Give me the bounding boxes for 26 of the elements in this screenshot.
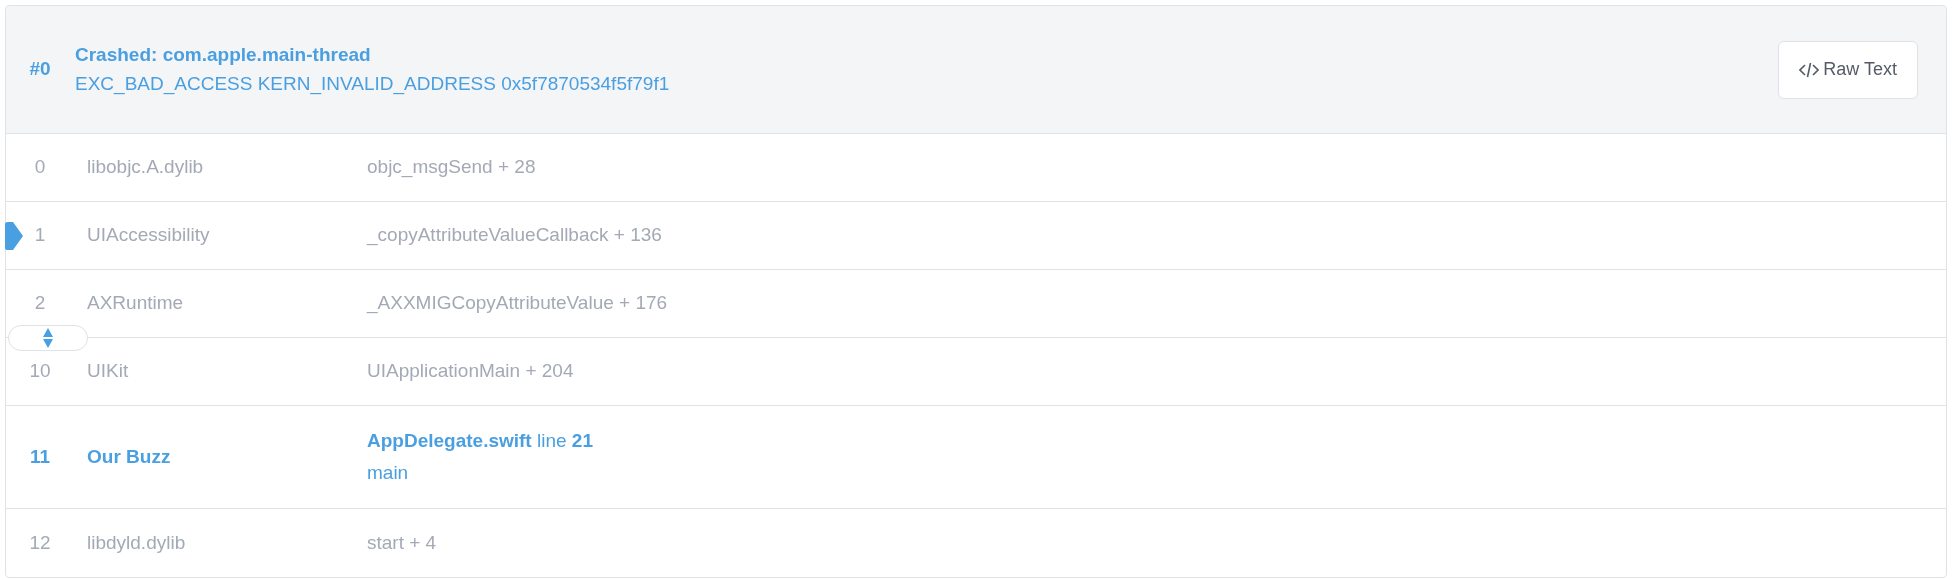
frame-number: 11	[28, 444, 52, 469]
thread-title: Crashed: com.apple.main-thread	[75, 43, 372, 67]
frame-number: 0	[33, 155, 47, 180]
symbol-name: AppDelegate.swift line 21	[367, 428, 593, 453]
symbol-name: UIApplicationMain + 204	[367, 359, 574, 384]
symbol-name: _AXXMIGCopyAttributeValue + 176	[367, 291, 668, 316]
library-name: AXRuntime	[87, 291, 185, 316]
library-name: UIAccessibility	[87, 223, 211, 248]
symbol-name: objc_msgSend + 28	[367, 155, 536, 180]
exception-text: EXC_BAD_ACCESS KERN_INVALID_ADDRESS 0x5f7870534f5f79f1	[75, 71, 670, 97]
symbol-name: _copyAttributeValueCallback + 136	[367, 223, 662, 248]
frame-number: 2	[33, 291, 47, 316]
thread-index: #0	[28, 57, 52, 82]
library-name: libdyld.dylib	[87, 530, 187, 555]
expand-icon	[43, 328, 53, 348]
library-name: UIKit	[87, 359, 130, 384]
raw-text-button[interactable]: Raw Text	[1778, 40, 1918, 99]
code-icon	[1799, 60, 1820, 79]
expand-toggle[interactable]	[8, 325, 88, 351]
frame-number: 10	[28, 359, 52, 384]
symbol-name: start + 4	[367, 530, 437, 555]
function-name: main	[367, 461, 410, 485]
library-name: Our Buzz	[87, 444, 172, 469]
library-name: libobjc.A.dylib	[87, 155, 205, 180]
frame-number: 12	[28, 530, 52, 555]
frame-number: 1	[33, 223, 47, 248]
